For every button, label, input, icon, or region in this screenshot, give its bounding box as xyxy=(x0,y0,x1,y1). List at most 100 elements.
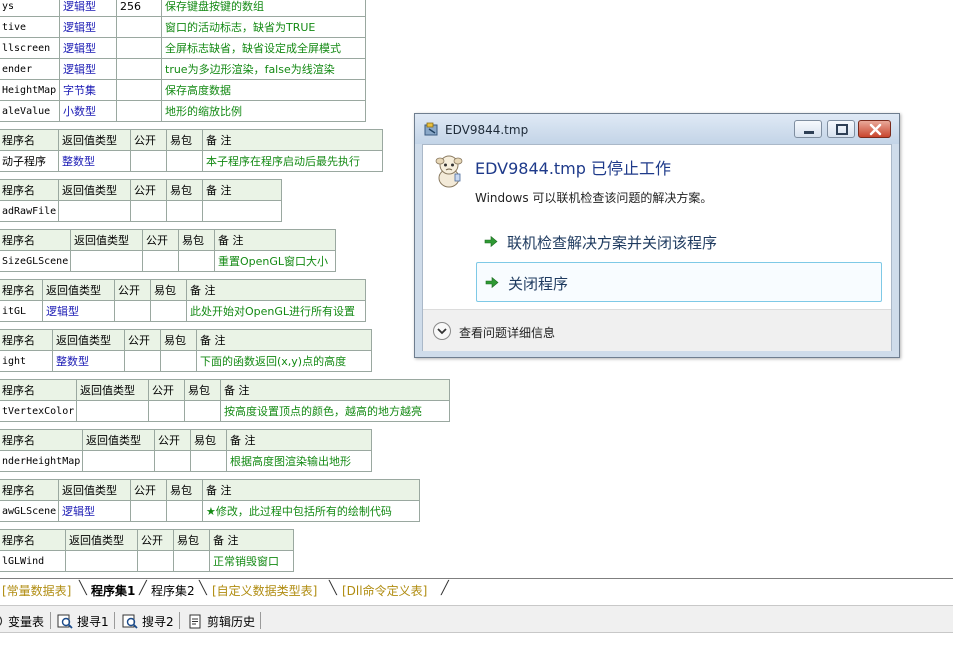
var-name-cell[interactable]: llscreen xyxy=(0,37,60,59)
var-type-cell[interactable]: 小数型 xyxy=(59,100,117,122)
chevron-down-circle-icon[interactable] xyxy=(432,321,452,341)
var-extra-cell[interactable] xyxy=(116,16,162,38)
sub-package-cell[interactable] xyxy=(166,200,203,222)
tab-dll-commands[interactable]: [Dll命令定义表] xyxy=(342,582,427,599)
var-note-cell[interactable]: 保存高度数据 xyxy=(161,79,366,101)
sub-type-cell[interactable]: 逻辑型 xyxy=(58,500,131,522)
sub-type-cell[interactable] xyxy=(76,400,149,422)
table-row[interactable]: tive 逻辑型 窗口的活动标志，缺省为TRUE xyxy=(0,16,366,38)
close-button[interactable] xyxy=(858,120,891,138)
var-name-cell[interactable]: ender xyxy=(0,58,60,80)
sub-note-cell[interactable] xyxy=(202,200,282,222)
sub-package-cell[interactable] xyxy=(190,450,227,472)
table-row[interactable]: llscreen 逻辑型 全屏标志缺省，缺省设定成全屏模式 xyxy=(0,37,366,59)
table-row[interactable]: ys 逻辑型 256 保存键盘按键的数组 xyxy=(0,0,366,17)
var-type-cell[interactable]: 逻辑型 xyxy=(59,37,117,59)
var-note-cell[interactable]: 窗口的活动标志，缺省为TRUE xyxy=(161,16,366,38)
sub-type-cell[interactable] xyxy=(58,200,131,222)
sub-name-cell[interactable]: SizeGLScene xyxy=(0,250,71,272)
sub-name-cell[interactable]: itGL xyxy=(0,300,43,322)
sub-name-cell[interactable]: 动子程序 xyxy=(0,150,59,172)
sub-name-cell[interactable]: awGLScene xyxy=(0,500,59,522)
tab-constants[interactable]: [常量数据表] xyxy=(2,582,71,599)
var-type-cell[interactable]: 逻辑型 xyxy=(59,16,117,38)
sub-public-cell[interactable] xyxy=(114,300,151,322)
var-name-cell[interactable]: tive xyxy=(0,16,60,38)
sub-note-cell[interactable]: 正常销毁窗口 xyxy=(209,550,294,572)
var-type-cell[interactable]: 逻辑型 xyxy=(59,58,117,80)
var-name-cell[interactable]: ys xyxy=(0,0,60,17)
sub-type-cell[interactable] xyxy=(82,450,155,472)
dialog-titlebar[interactable]: EDV9844.tmp xyxy=(415,114,899,144)
sub-package-cell[interactable] xyxy=(166,150,203,172)
sub-public-cell[interactable] xyxy=(137,550,174,572)
sub-name-cell[interactable]: tVertexColor xyxy=(0,400,77,422)
sub-row[interactable]: lGLWind 正常销毁窗口 xyxy=(0,550,294,572)
sub-note-cell[interactable]: 此处开始对OpenGL进行所有设置 xyxy=(186,300,366,322)
sub-public-cell[interactable] xyxy=(130,150,167,172)
sub-type-cell[interactable] xyxy=(65,550,138,572)
sub-package-cell[interactable] xyxy=(184,400,221,422)
var-extra-cell[interactable] xyxy=(116,79,162,101)
table-row[interactable]: HeightMap 字节集 保存高度数据 xyxy=(0,79,366,101)
sub-note-cell[interactable]: 下面的函数返回(x,y)点的高度 xyxy=(196,350,372,372)
view-details-link[interactable]: 查看问题详细信息 xyxy=(459,324,555,341)
var-note-cell[interactable]: 全屏标志缺省，缺省设定成全屏模式 xyxy=(161,37,366,59)
sub-package-cell[interactable] xyxy=(150,300,187,322)
close-program-command[interactable]: 关闭程序 xyxy=(476,262,882,302)
sub-type-cell[interactable] xyxy=(70,250,143,272)
sub-public-cell[interactable] xyxy=(142,250,179,272)
sub-note-cell[interactable]: 根据高度图渲染输出地形 xyxy=(226,450,372,472)
sub-package-cell[interactable] xyxy=(166,500,203,522)
tab-assembly-1[interactable]: 程序集1 xyxy=(91,582,135,599)
search1-button[interactable]: 搜寻1 xyxy=(57,612,113,630)
sub-name-cell[interactable]: ight xyxy=(0,350,53,372)
sub-row[interactable]: nderHeightMap 根据高度图渲染输出地形 xyxy=(0,450,372,472)
table-row[interactable]: ender 逻辑型 true为多边形渲染，false为线渲染 xyxy=(0,58,366,80)
sub-package-cell[interactable] xyxy=(178,250,215,272)
var-extra-cell[interactable] xyxy=(116,37,162,59)
var-note-cell[interactable]: 地形的缩放比例 xyxy=(161,100,366,122)
sub-note-cell[interactable]: 按高度设置顶点的颜色，越高的地方越亮 xyxy=(220,400,450,422)
sub-name-cell[interactable]: nderHeightMap xyxy=(0,450,83,472)
sub-public-cell[interactable] xyxy=(154,450,191,472)
tab-custom-types[interactable]: [自定义数据类型表] xyxy=(212,582,317,599)
var-note-cell[interactable]: 保存键盘按键的数组 xyxy=(161,0,366,17)
sub-note-cell[interactable]: ★修改，此过程中包括所有的绘制代码 xyxy=(202,500,420,522)
sub-note-cell[interactable]: 重置OpenGL窗口大小 xyxy=(214,250,336,272)
sub-public-cell[interactable] xyxy=(148,400,185,422)
sub-public-cell[interactable] xyxy=(130,500,167,522)
var-extra-cell[interactable]: 256 xyxy=(116,0,162,17)
var-type-cell[interactable]: 逻辑型 xyxy=(59,0,117,17)
tab-assembly-2[interactable]: 程序集2 xyxy=(151,582,195,599)
sub-name-cell[interactable]: adRawFile xyxy=(0,200,59,222)
sub-public-cell[interactable] xyxy=(130,200,167,222)
sub-row[interactable]: ight 整数型 下面的函数返回(x,y)点的高度 xyxy=(0,350,372,372)
var-note-cell[interactable]: true为多边形渲染，false为线渲染 xyxy=(161,58,366,80)
sub-row[interactable]: tVertexColor 按高度设置顶点的颜色，越高的地方越亮 xyxy=(0,400,450,422)
var-name-cell[interactable]: aleValue xyxy=(0,100,60,122)
sub-row[interactable]: 动子程序 整数型 本子程序在程序启动后最先执行 xyxy=(0,150,383,172)
sub-row[interactable]: itGL 逻辑型 此处开始对OpenGL进行所有设置 xyxy=(0,300,366,322)
sub-package-cell[interactable] xyxy=(173,550,210,572)
maximize-button[interactable] xyxy=(827,120,855,138)
sub-row[interactable]: SizeGLScene 重置OpenGL窗口大小 xyxy=(0,250,336,272)
clip-history-button[interactable]: 剪辑历史 xyxy=(187,612,259,630)
var-extra-cell[interactable] xyxy=(116,58,162,80)
minimize-button[interactable] xyxy=(794,120,822,138)
search2-button[interactable]: 搜寻2 xyxy=(122,612,178,630)
var-name-cell[interactable]: HeightMap xyxy=(0,79,60,101)
sub-name-cell[interactable]: lGLWind xyxy=(0,550,66,572)
sub-public-cell[interactable] xyxy=(124,350,161,372)
check-online-command[interactable]: 联机检查解决方案并关闭该程序 xyxy=(476,222,882,262)
sub-note-cell[interactable]: 本子程序在程序启动后最先执行 xyxy=(202,150,383,172)
sub-row[interactable]: awGLScene 逻辑型 ★修改，此过程中包括所有的绘制代码 xyxy=(0,500,420,522)
sub-type-cell[interactable]: 整数型 xyxy=(58,150,131,172)
table-row[interactable]: aleValue 小数型 地形的缩放比例 xyxy=(0,100,366,122)
var-extra-cell[interactable] xyxy=(116,100,162,122)
var-type-cell[interactable]: 字节集 xyxy=(59,79,117,101)
sub-type-cell[interactable]: 逻辑型 xyxy=(42,300,115,322)
sub-package-cell[interactable] xyxy=(160,350,197,372)
sub-row[interactable]: adRawFile xyxy=(0,200,282,222)
variables-button[interactable]: 变量表 xyxy=(0,612,50,630)
